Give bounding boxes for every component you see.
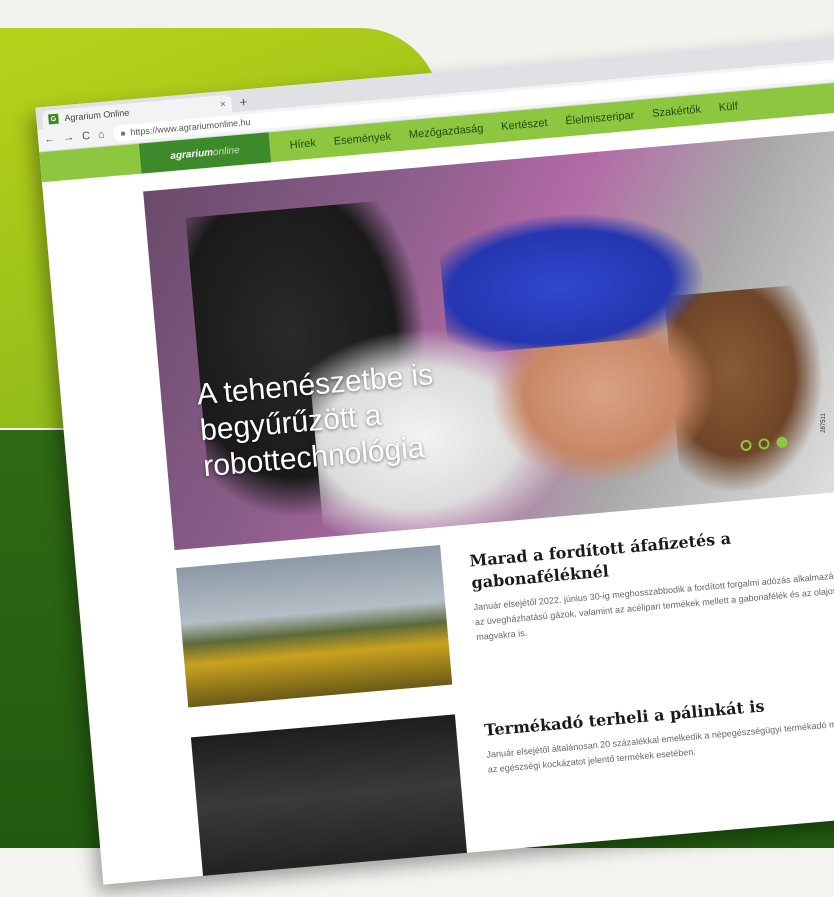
hero-image-cap [437, 203, 708, 356]
lock-icon: ■ [120, 128, 126, 138]
browser-wrapper: G Agrarium Online × + ← → C ⌂ ■ https://… [26, 0, 834, 897]
logo-main: agrarium [169, 146, 214, 162]
slider-dot-active[interactable] [775, 436, 788, 449]
home-icon[interactable]: ⌂ [97, 129, 105, 142]
menu-item-elelmiszeripar[interactable]: Élelmiszeripar [565, 109, 635, 127]
logo-sub: online [212, 144, 241, 158]
tab-close-icon[interactable]: × [220, 99, 227, 110]
side-code: 287511 [821, 413, 828, 433]
menu-item-kulfold[interactable]: Külf [718, 100, 738, 114]
reload-icon[interactable]: C [82, 130, 91, 143]
url-text: https://www.agrariumonline.hu [129, 116, 251, 138]
new-tab-button[interactable]: + [239, 94, 248, 110]
article-body: Marad a fordított áfafizetés a gabonafél… [468, 509, 834, 682]
slider-dot[interactable] [758, 437, 770, 450]
forward-icon[interactable]: → [63, 131, 75, 144]
page-content: A tehenészetbe is begyűrűzött a robottec… [44, 128, 834, 885]
slider-dot[interactable] [740, 439, 753, 452]
menu-item-szakertok[interactable]: Szakértők [652, 104, 702, 120]
hero-slider[interactable]: A tehenészetbe is begyűrűzött a robottec… [143, 130, 834, 551]
menu-item-hirek[interactable]: Hírek [289, 137, 316, 151]
menu-item-esemenyek[interactable]: Események [333, 131, 391, 148]
browser-window: G Agrarium Online × + ← → C ⌂ ■ https://… [35, 35, 834, 885]
menu-item-mezogazdasag[interactable]: Mezőgazdaság [408, 123, 483, 141]
article-body: Termékadó terheli a pálinkát is Január e… [483, 679, 834, 852]
back-icon[interactable]: ← [44, 133, 56, 146]
article-thumbnail-sunflowers[interactable] [176, 544, 453, 708]
site-favicon-icon: G [48, 113, 59, 125]
article-thumbnail-palinka[interactable] [190, 714, 468, 877]
menu-item-kerteszet[interactable]: Kertészet [501, 117, 548, 133]
